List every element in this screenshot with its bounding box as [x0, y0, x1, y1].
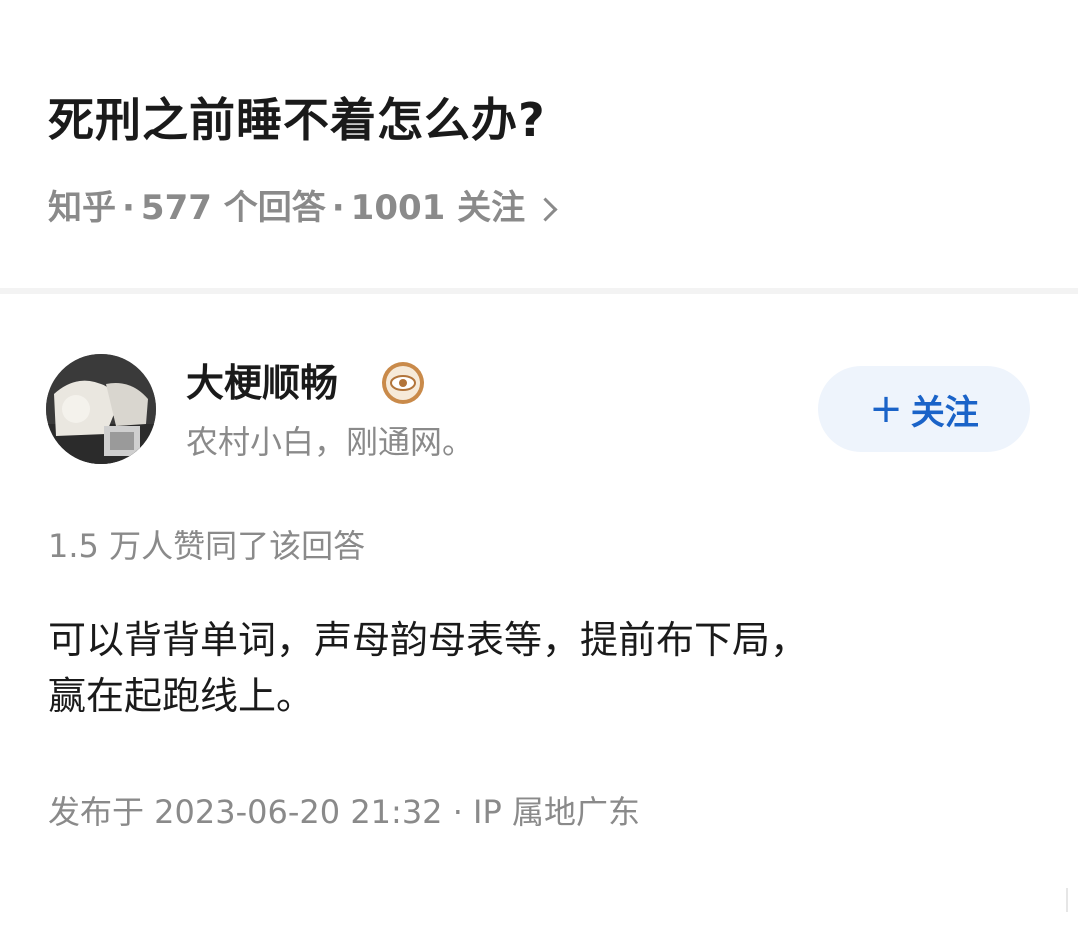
- vote-count: 1.5 万人赞同了该回答: [48, 527, 366, 565]
- answer-content[interactable]: 可以背背单词，声母韵母表等，提前布下局， 赢在起跑线上。: [48, 612, 1038, 724]
- answer-line: 赢在起跑线上。: [48, 674, 315, 718]
- plus-icon: +: [869, 386, 903, 432]
- question-title[interactable]: 死刑之前睡不着怎么办?: [48, 88, 546, 152]
- source-label: 知乎: [48, 188, 116, 228]
- chevron-right-icon: [533, 196, 558, 222]
- separator-dot: ·: [122, 188, 135, 228]
- separator-dot: ·: [331, 188, 345, 228]
- answer-line: 可以背背单词，声母韵母表等，提前布下局，: [48, 618, 809, 662]
- answer-card: 大梗顺畅 农村小白，刚通网。 + 关注 1.5 万人赞同了该回答 可以背背单词，…: [0, 294, 1078, 927]
- follower-count: 1001 关注: [350, 188, 526, 228]
- avatar-image: [46, 354, 156, 464]
- follow-button[interactable]: + 关注: [818, 366, 1030, 452]
- avatar[interactable]: [46, 354, 156, 464]
- eye-badge-icon: [380, 360, 426, 406]
- author-bio: 农村小白，刚通网。: [186, 423, 475, 461]
- follow-button-label: 关注: [910, 392, 979, 433]
- scrollbar[interactable]: [1066, 888, 1068, 912]
- author-name[interactable]: 大梗顺畅: [186, 358, 338, 408]
- question-meta[interactable]: 知乎 · 577 个回答 · 1001 关注: [48, 184, 558, 232]
- publish-info: 发布于 2023-06-20 21:32 · IP 属地广东: [48, 793, 640, 831]
- answer-count: 577 个回答: [140, 188, 326, 228]
- question-header: 死刑之前睡不着怎么办? 知乎 · 577 个回答 · 1001 关注: [0, 0, 1078, 288]
